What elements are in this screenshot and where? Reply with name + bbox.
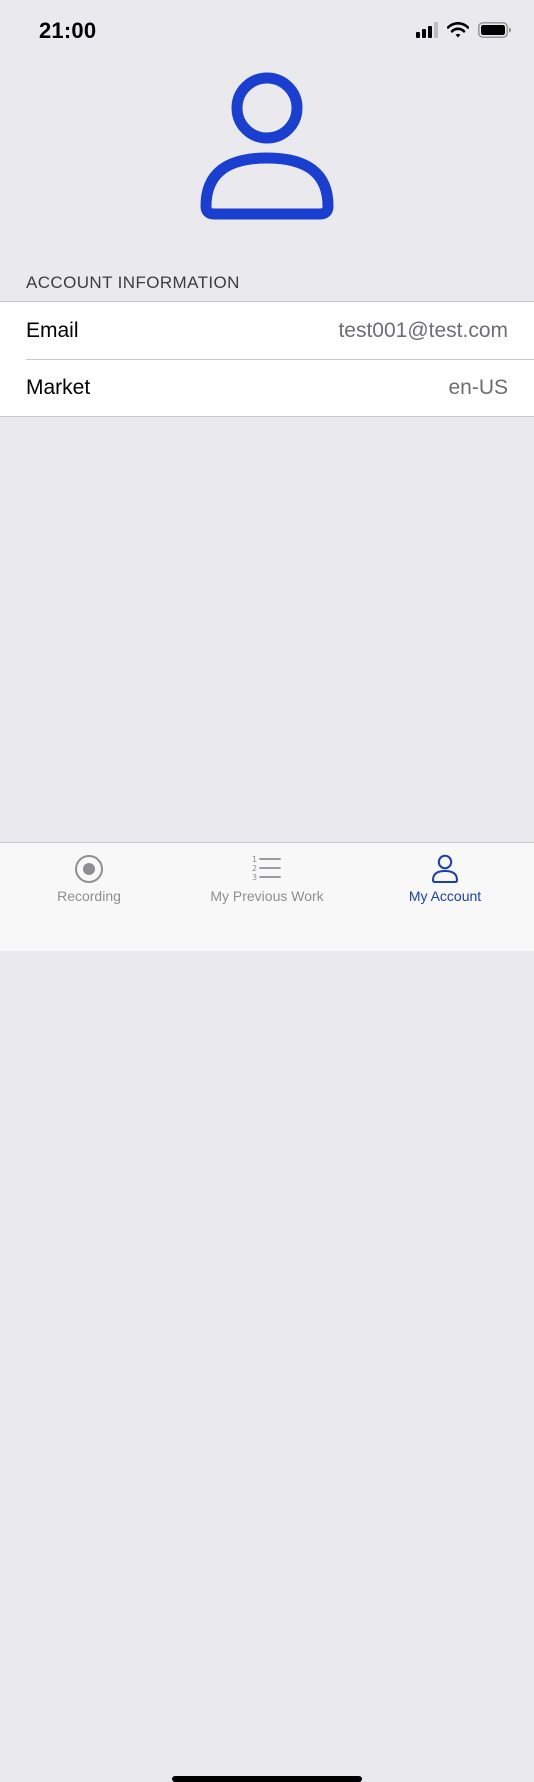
email-row: Email test001@test.com bbox=[0, 302, 534, 359]
tab-bar: Recording 1 2 3 My Previous Work My Acco… bbox=[0, 842, 534, 1782]
record-icon bbox=[75, 855, 103, 883]
svg-text:3: 3 bbox=[252, 873, 257, 882]
svg-text:1: 1 bbox=[252, 855, 257, 864]
email-label: Email bbox=[26, 318, 79, 342]
tab-recording[interactable]: Recording bbox=[0, 843, 178, 923]
section-header-account-information: ACCOUNT INFORMATION bbox=[26, 273, 240, 292]
status-icons bbox=[416, 22, 512, 38]
tab-my-account-label: My Account bbox=[408, 888, 482, 904]
battery-icon bbox=[478, 22, 511, 38]
tab-my-previous-work-label: My Previous Work bbox=[210, 888, 324, 904]
svg-text:2: 2 bbox=[252, 864, 257, 873]
status-time: 21:00 bbox=[39, 18, 97, 43]
account-info-table: Email test001@test.com Market en-US bbox=[0, 301, 534, 417]
status-bar: 21:00 bbox=[0, 0, 534, 62]
tab-my-account[interactable]: My Account bbox=[356, 843, 534, 923]
market-row: Market en-US bbox=[0, 359, 534, 416]
person-icon bbox=[200, 72, 334, 220]
numbered-list-icon: 1 2 3 bbox=[252, 855, 281, 882]
tab-recording-label: Recording bbox=[57, 888, 121, 904]
tab-my-previous-work[interactable]: 1 2 3 My Previous Work bbox=[178, 843, 356, 923]
market-value: en-US bbox=[448, 375, 508, 399]
home-indicator[interactable] bbox=[172, 1776, 362, 1782]
person-icon bbox=[432, 854, 458, 883]
market-label: Market bbox=[26, 375, 91, 399]
email-value: test001@test.com bbox=[338, 318, 508, 342]
cellular-signal-icon bbox=[416, 22, 438, 38]
wifi-icon bbox=[447, 22, 469, 38]
